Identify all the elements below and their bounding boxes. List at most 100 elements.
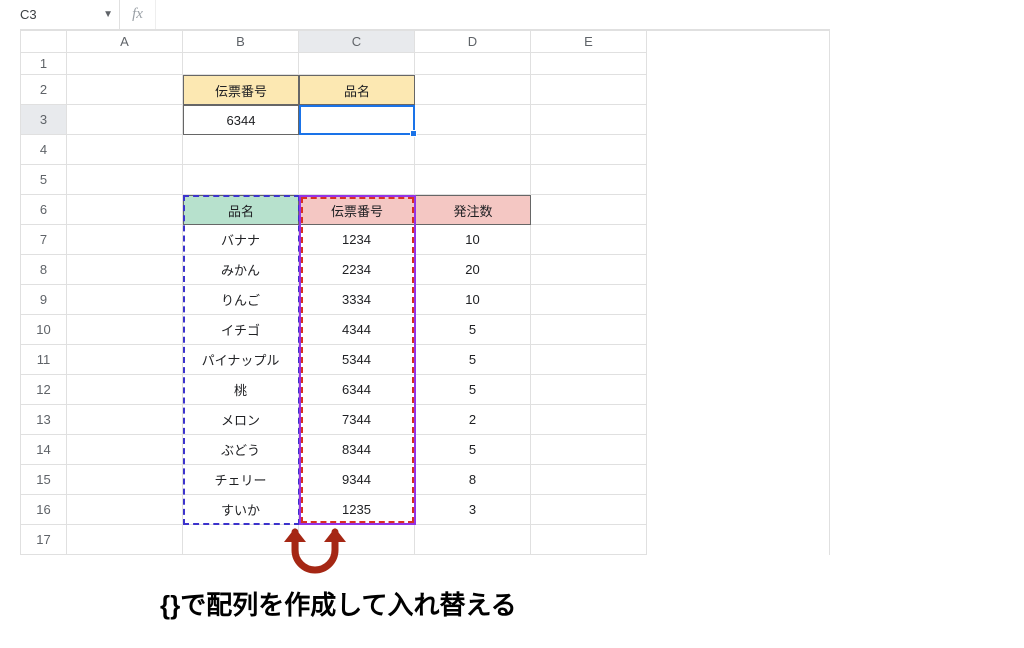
row-header[interactable]: 2 bbox=[21, 75, 67, 105]
col-header-E[interactable]: E bbox=[531, 31, 647, 53]
row-header[interactable]: 9 bbox=[21, 285, 67, 315]
cell[interactable] bbox=[415, 525, 531, 555]
cell[interactable] bbox=[183, 53, 299, 75]
cell[interactable]: 2 bbox=[415, 405, 531, 435]
cell[interactable] bbox=[67, 525, 183, 555]
row-header[interactable]: 8 bbox=[21, 255, 67, 285]
row-header[interactable]: 3 bbox=[21, 105, 67, 135]
cell[interactable] bbox=[531, 405, 647, 435]
cell[interactable] bbox=[67, 285, 183, 315]
row-header[interactable]: 12 bbox=[21, 375, 67, 405]
cell[interactable] bbox=[531, 53, 647, 75]
cell[interactable]: すいか bbox=[183, 495, 299, 525]
cell[interactable] bbox=[67, 315, 183, 345]
cell[interactable]: 5 bbox=[415, 315, 531, 345]
cell[interactable] bbox=[531, 165, 647, 195]
cell[interactable]: 8 bbox=[415, 465, 531, 495]
cell[interactable] bbox=[415, 53, 531, 75]
cell[interactable] bbox=[531, 375, 647, 405]
cell[interactable]: 4344 bbox=[299, 315, 415, 345]
cell[interactable]: バナナ bbox=[183, 225, 299, 255]
col-header-C[interactable]: C bbox=[299, 31, 415, 53]
cell[interactable]: 1234 bbox=[299, 225, 415, 255]
cell[interactable] bbox=[531, 435, 647, 465]
cell[interactable] bbox=[531, 195, 647, 225]
cell[interactable] bbox=[531, 105, 647, 135]
cell[interactable] bbox=[415, 75, 531, 105]
cell[interactable] bbox=[415, 135, 531, 165]
cell[interactable] bbox=[299, 53, 415, 75]
row-header[interactable]: 1 bbox=[21, 53, 67, 75]
cell[interactable] bbox=[299, 165, 415, 195]
cell[interactable]: 桃 bbox=[183, 375, 299, 405]
cell[interactable] bbox=[67, 375, 183, 405]
cell[interactable] bbox=[67, 435, 183, 465]
select-all-corner[interactable] bbox=[21, 31, 67, 53]
cell[interactable] bbox=[415, 165, 531, 195]
spreadsheet-grid[interactable]: A B C D E 1 2 伝票番号 品名 3 6344 4 5 6 bbox=[20, 30, 830, 555]
cell[interactable]: 3 bbox=[415, 495, 531, 525]
row-header[interactable]: 6 bbox=[21, 195, 67, 225]
cell[interactable]: 9344 bbox=[299, 465, 415, 495]
cell[interactable]: 品名 bbox=[183, 195, 299, 225]
row-header[interactable]: 7 bbox=[21, 225, 67, 255]
cell[interactable] bbox=[299, 105, 415, 135]
cell[interactable] bbox=[67, 465, 183, 495]
cell[interactable] bbox=[67, 135, 183, 165]
cell[interactable] bbox=[67, 345, 183, 375]
cell[interactable]: 6344 bbox=[299, 375, 415, 405]
cell[interactable] bbox=[67, 495, 183, 525]
chevron-down-icon[interactable]: ▼ bbox=[103, 9, 113, 20]
cell[interactable]: 伝票番号 bbox=[183, 75, 299, 105]
cell[interactable]: 10 bbox=[415, 225, 531, 255]
col-header-D[interactable]: D bbox=[415, 31, 531, 53]
cell[interactable]: ぶどう bbox=[183, 435, 299, 465]
cell[interactable] bbox=[531, 75, 647, 105]
cell[interactable] bbox=[67, 75, 183, 105]
row-header[interactable]: 14 bbox=[21, 435, 67, 465]
cell[interactable] bbox=[67, 195, 183, 225]
cell[interactable]: 5 bbox=[415, 375, 531, 405]
cell[interactable] bbox=[67, 255, 183, 285]
row-header[interactable]: 11 bbox=[21, 345, 67, 375]
row-header[interactable]: 13 bbox=[21, 405, 67, 435]
row-header[interactable]: 10 bbox=[21, 315, 67, 345]
cell[interactable]: パイナップル bbox=[183, 345, 299, 375]
cell[interactable] bbox=[531, 285, 647, 315]
cell[interactable] bbox=[183, 135, 299, 165]
cell[interactable] bbox=[415, 105, 531, 135]
cell[interactable]: イチゴ bbox=[183, 315, 299, 345]
row-header[interactable]: 17 bbox=[21, 525, 67, 555]
cell[interactable]: 8344 bbox=[299, 435, 415, 465]
cell[interactable]: 6344 bbox=[183, 105, 299, 135]
cell[interactable]: チェリー bbox=[183, 465, 299, 495]
cell[interactable] bbox=[67, 53, 183, 75]
cell[interactable]: 5344 bbox=[299, 345, 415, 375]
cell[interactable]: 1235 bbox=[299, 495, 415, 525]
cell[interactable]: りんご bbox=[183, 285, 299, 315]
cell[interactable] bbox=[531, 135, 647, 165]
cell[interactable] bbox=[531, 255, 647, 285]
cell[interactable] bbox=[67, 225, 183, 255]
cell[interactable]: 品名 bbox=[299, 75, 415, 105]
cell[interactable] bbox=[183, 165, 299, 195]
cell[interactable] bbox=[531, 315, 647, 345]
col-header-B[interactable]: B bbox=[183, 31, 299, 53]
cell[interactable] bbox=[67, 165, 183, 195]
col-header-A[interactable]: A bbox=[67, 31, 183, 53]
cell[interactable] bbox=[67, 105, 183, 135]
cell[interactable]: 2234 bbox=[299, 255, 415, 285]
row-header[interactable]: 5 bbox=[21, 165, 67, 195]
cell[interactable] bbox=[531, 525, 647, 555]
cell[interactable] bbox=[531, 495, 647, 525]
cell[interactable]: 7344 bbox=[299, 405, 415, 435]
cell[interactable] bbox=[531, 345, 647, 375]
row-header[interactable]: 4 bbox=[21, 135, 67, 165]
cell[interactable] bbox=[531, 225, 647, 255]
cell[interactable]: 発注数 bbox=[415, 195, 531, 225]
row-header[interactable]: 15 bbox=[21, 465, 67, 495]
cell[interactable]: 伝票番号 bbox=[299, 195, 415, 225]
name-box[interactable]: C3 ▼ bbox=[20, 0, 120, 29]
cell[interactable]: 3334 bbox=[299, 285, 415, 315]
cell[interactable]: 10 bbox=[415, 285, 531, 315]
